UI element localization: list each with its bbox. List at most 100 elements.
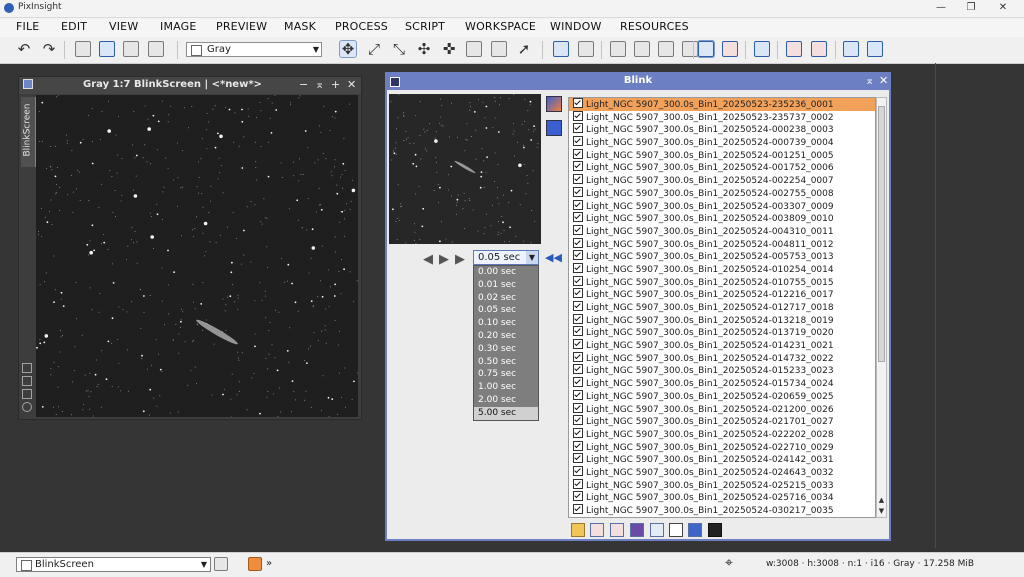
- view-settings-icon[interactable]: [22, 402, 32, 412]
- file-list-row[interactable]: Light_NGC 5907_300.0s_Bin1_20250524-0142…: [569, 339, 875, 352]
- file-checkbox[interactable]: [573, 427, 583, 438]
- rewind-button[interactable]: ◀◀: [545, 251, 562, 264]
- file-checkbox[interactable]: [573, 377, 583, 388]
- interval-option[interactable]: 0.30 sec: [474, 343, 538, 356]
- pointer-icon[interactable]: ➚: [516, 41, 532, 57]
- stf-link-icon[interactable]: [658, 41, 674, 57]
- scroll-down-arrow[interactable]: ▼: [877, 507, 886, 515]
- image-shade-button[interactable]: ⌅: [315, 78, 324, 91]
- file-checkbox[interactable]: [573, 389, 583, 400]
- scrollbar-thumb[interactable]: [878, 106, 885, 362]
- file-list-row[interactable]: Light_NGC 5907_300.0s_Bin1_20250524-0107…: [569, 275, 875, 289]
- fit-view-icon[interactable]: [466, 41, 482, 57]
- zoom-out-icon[interactable]: ⤡: [391, 41, 407, 57]
- file-list-row[interactable]: Light_NGC 5907_300.0s_Bin1_20250523-2352…: [569, 98, 875, 111]
- file-checkbox[interactable]: [573, 250, 583, 261]
- stf-track-icon[interactable]: [682, 41, 698, 57]
- stf-icon[interactable]: [610, 41, 626, 57]
- file-list-row[interactable]: Light_NGC 5907_300.0s_Bin1_20250524-0252…: [569, 478, 875, 492]
- file-list-row[interactable]: Light_NGC 5907_300.0s_Bin1_20250524-0246…: [569, 465, 875, 479]
- view-link-icon[interactable]: [22, 363, 32, 373]
- file-checkbox[interactable]: [573, 174, 583, 185]
- file-list-row[interactable]: Light_NGC 5907_300.0s_Bin1_20250524-0302…: [569, 504, 875, 517]
- move-icon[interactable]: [650, 523, 664, 537]
- file-checkbox[interactable]: [573, 212, 583, 223]
- file-list-row[interactable]: Light_NGC 5907_300.0s_Bin1_20250524-0157…: [569, 377, 875, 390]
- previous-frame-button[interactable]: ◀: [423, 252, 433, 267]
- view-side-tab[interactable]: BlinkScreen: [21, 97, 37, 167]
- interval-option[interactable]: 0.10 sec: [474, 317, 538, 330]
- menu-window[interactable]: WINDOW: [550, 20, 602, 33]
- screen-mode-icon[interactable]: [697, 40, 715, 58]
- folder-open-icon[interactable]: [571, 523, 585, 537]
- file-checkbox[interactable]: [573, 504, 583, 514]
- enable-mask-icon[interactable]: [843, 41, 859, 57]
- pan-mode-icon[interactable]: ✣: [416, 41, 432, 57]
- show-mask-icon[interactable]: [754, 41, 770, 57]
- file-checkbox[interactable]: [573, 275, 583, 286]
- file-checkbox[interactable]: [573, 301, 583, 311]
- file-checkbox[interactable]: [573, 288, 583, 299]
- file-list-row[interactable]: Light_NGC 5907_300.0s_Bin1_20250524-0212…: [569, 402, 875, 416]
- file-list-row[interactable]: Light_NGC 5907_300.0s_Bin1_20250524-0222…: [569, 427, 875, 441]
- file-list-row[interactable]: Light_NGC 5907_300.0s_Bin1_20250523-2357…: [569, 110, 875, 124]
- file-list-row[interactable]: Light_NGC 5907_300.0s_Bin1_20250524-0048…: [569, 237, 875, 251]
- file-checkbox[interactable]: [573, 186, 583, 197]
- close-all-icon[interactable]: [610, 523, 624, 537]
- file-checkbox[interactable]: [573, 402, 583, 413]
- color-channel-icon[interactable]: [546, 120, 562, 136]
- view-explorer-icon[interactable]: [214, 557, 228, 571]
- file-checkbox[interactable]: [573, 440, 583, 451]
- file-list-row[interactable]: Light_NGC 5907_300.0s_Bin1_20250524-0132…: [569, 313, 875, 327]
- interval-option[interactable]: 1.00 sec: [474, 381, 538, 394]
- menu-script[interactable]: SCRIPT: [405, 20, 445, 33]
- close-window-button[interactable]: ✕: [988, 1, 1018, 15]
- process-icon[interactable]: [248, 557, 262, 571]
- interval-option[interactable]: 0.05 sec: [474, 304, 538, 317]
- file-checkbox[interactable]: [573, 478, 583, 489]
- copy-icon[interactable]: [123, 41, 139, 57]
- file-list-row[interactable]: Light_NGC 5907_300.0s_Bin1_20250524-0043…: [569, 224, 875, 238]
- crop-icon[interactable]: [669, 523, 683, 537]
- file-checkbox[interactable]: [573, 351, 583, 362]
- new-instance-icon[interactable]: [99, 41, 115, 57]
- interval-option[interactable]: 0.01 sec: [474, 279, 538, 292]
- zoom-in-icon[interactable]: ⤢: [366, 41, 382, 57]
- interval-option[interactable]: 0.02 sec: [474, 292, 538, 305]
- file-checkbox[interactable]: [573, 262, 583, 273]
- file-list-row[interactable]: Light_NGC 5907_300.0s_Bin1_20250524-0022…: [569, 174, 875, 187]
- play-button[interactable]: ▶: [439, 252, 449, 267]
- view-selector-combo[interactable]: BlinkScreen ▼: [16, 557, 211, 572]
- save-icon[interactable]: [630, 523, 644, 537]
- blink-title-bar[interactable]: Blink ⌅ ✕: [387, 74, 889, 90]
- image-minimize-button[interactable]: −: [299, 78, 308, 91]
- file-checkbox[interactable]: [573, 148, 583, 159]
- file-checkbox[interactable]: [573, 415, 583, 426]
- menu-workspace[interactable]: WORKSPACE: [465, 20, 536, 33]
- navigation-mode-icon[interactable]: ✥: [339, 40, 357, 58]
- menu-file[interactable]: FILE: [16, 20, 39, 33]
- more-toolbar-items[interactable]: »: [266, 558, 272, 569]
- image-canvas[interactable]: [36, 95, 358, 417]
- file-list-row[interactable]: Light_NGC 5907_300.0s_Bin1_20250524-0012…: [569, 148, 875, 162]
- interval-option[interactable]: 0.20 sec: [474, 330, 538, 343]
- file-checkbox[interactable]: [573, 453, 583, 464]
- file-checkbox[interactable]: [573, 364, 583, 375]
- remove-mask-icon[interactable]: [786, 41, 802, 57]
- stf-reset-icon[interactable]: [634, 41, 650, 57]
- file-checkbox[interactable]: [573, 136, 583, 147]
- file-list-row[interactable]: Light_NGC 5907_300.0s_Bin1_20250524-0241…: [569, 453, 875, 466]
- file-list-row[interactable]: Light_NGC 5907_300.0s_Bin1_20250524-0017…: [569, 161, 875, 174]
- blink-file-list[interactable]: Light_NGC 5907_300.0s_Bin1_20250523-2352…: [568, 97, 876, 518]
- file-checkbox[interactable]: [573, 123, 583, 134]
- file-list-row[interactable]: Light_NGC 5907_300.0s_Bin1_20250524-0102…: [569, 262, 875, 276]
- menu-preview[interactable]: PREVIEW: [216, 20, 267, 33]
- center-view-icon[interactable]: ✜: [441, 41, 457, 57]
- file-checkbox[interactable]: [573, 313, 583, 324]
- undo-icon[interactable]: ↶: [16, 41, 32, 57]
- view-fit-icon[interactable]: [22, 376, 32, 386]
- blink-shade-button[interactable]: ⌅: [865, 74, 874, 87]
- interval-option[interactable]: 0.00 sec: [474, 266, 538, 279]
- file-checkbox[interactable]: [573, 491, 583, 502]
- redo-icon[interactable]: ↷: [41, 41, 57, 57]
